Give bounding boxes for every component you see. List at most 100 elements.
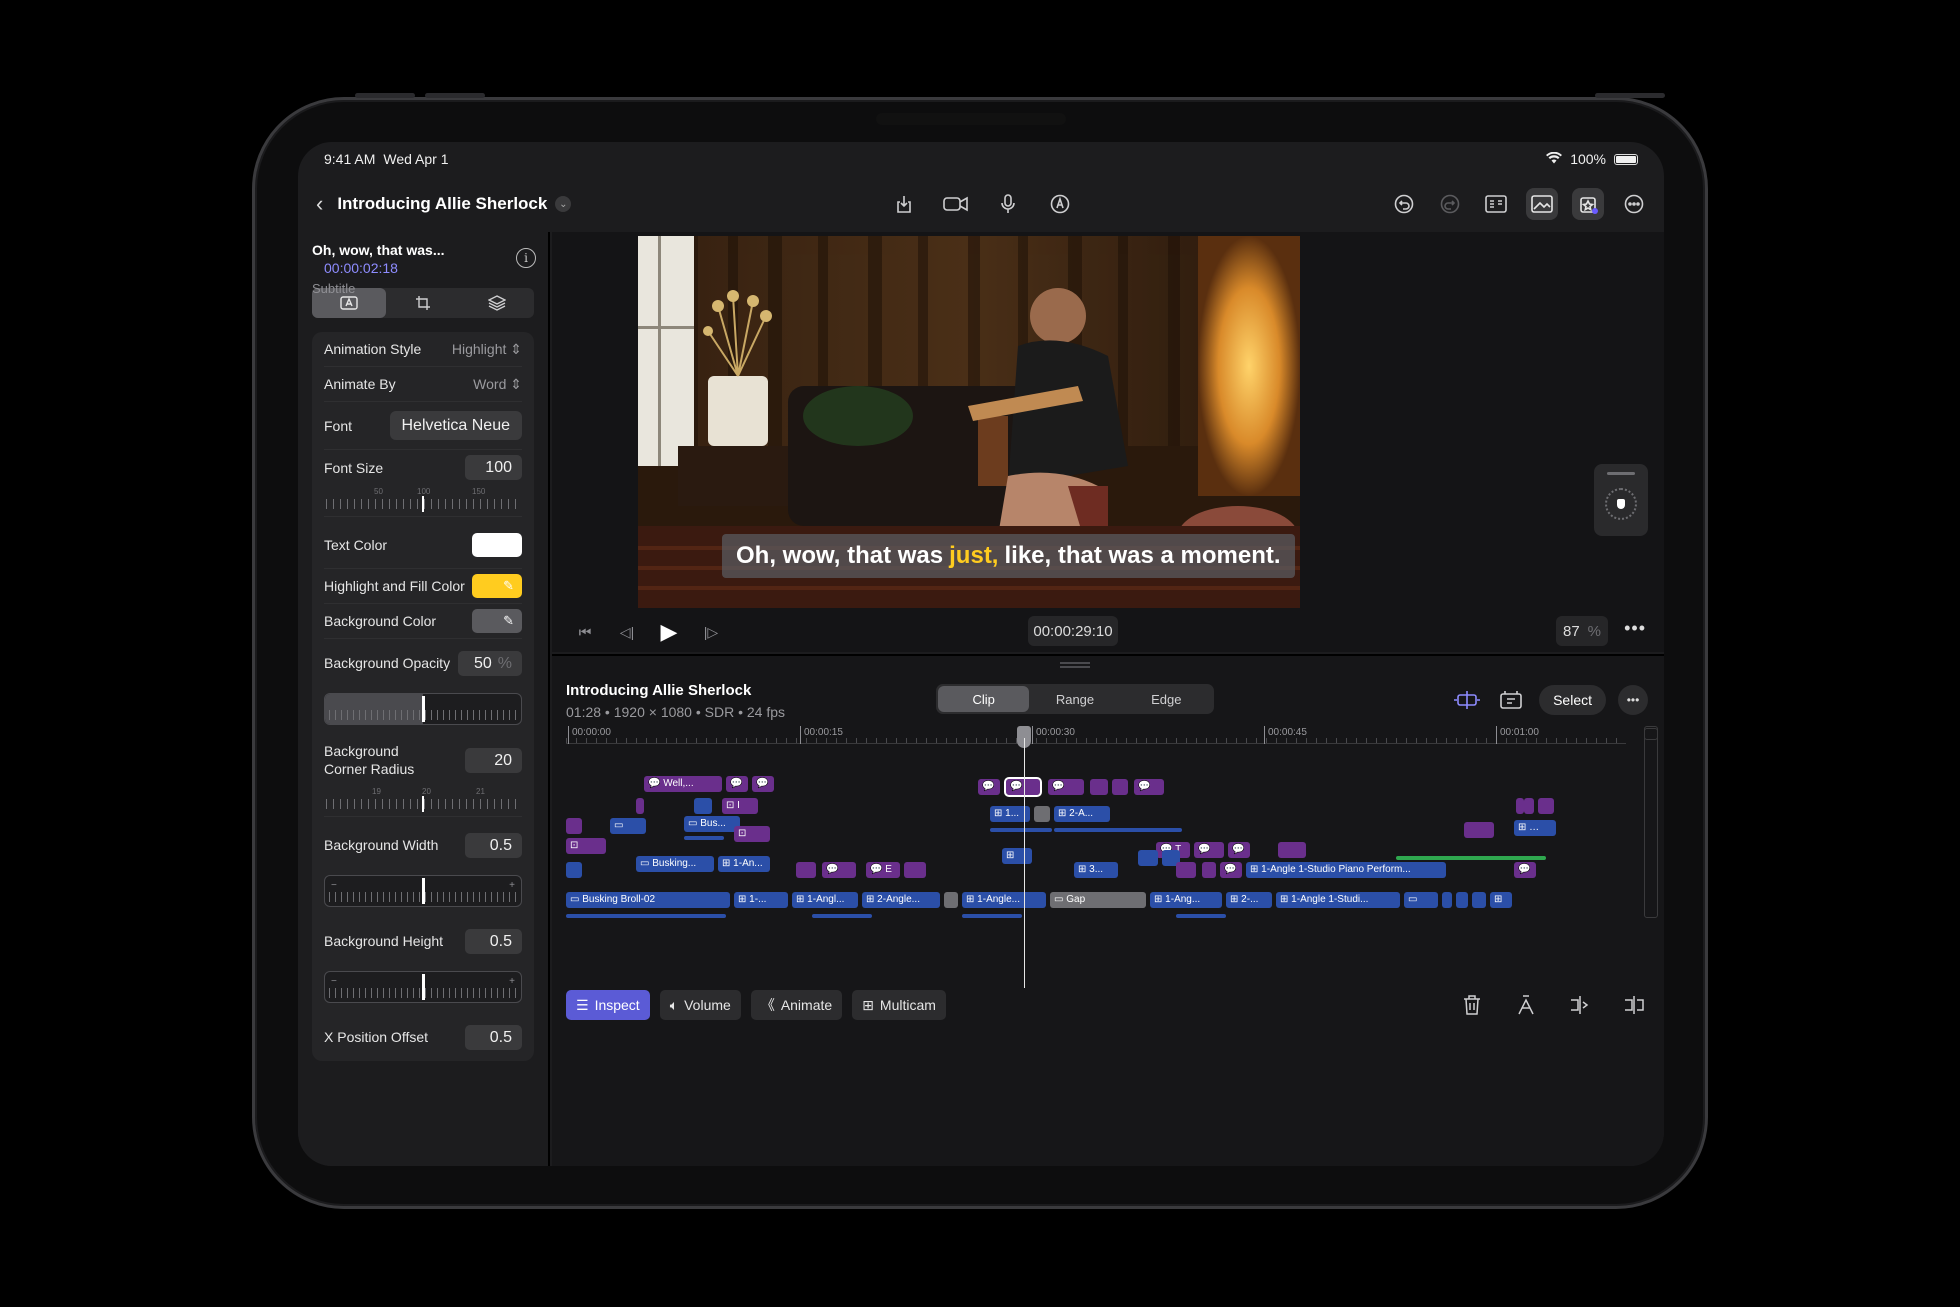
subtitle-clip[interactable]: 💬 bbox=[1048, 779, 1084, 795]
background-opacity-field[interactable]: 50% bbox=[458, 650, 522, 676]
font-size-field[interactable]: 100 bbox=[465, 455, 522, 480]
subtitle-clip[interactable]: 💬 bbox=[1194, 842, 1224, 858]
panel-resize-handle[interactable] bbox=[1060, 662, 1090, 668]
project-title[interactable]: Introducing Allie Sherlock bbox=[337, 194, 547, 214]
subtitle-clip[interactable]: 💬 E bbox=[866, 862, 900, 878]
gap-clip[interactable]: ▭ Gap bbox=[1050, 892, 1146, 908]
subtitle-clip[interactable]: 💬 bbox=[1134, 779, 1164, 795]
trash-icon[interactable] bbox=[1456, 990, 1488, 1020]
background-color-swatch[interactable]: ✎ bbox=[472, 609, 522, 633]
subtitle-clip[interactable] bbox=[1112, 779, 1128, 795]
primary-clip[interactable] bbox=[944, 892, 958, 908]
title-clip[interactable]: ⊡ bbox=[566, 838, 606, 854]
primary-clip[interactable]: ▭ bbox=[1404, 892, 1438, 908]
subtitle-clip[interactable] bbox=[1278, 842, 1306, 858]
background-width-slider[interactable]: − + bbox=[324, 875, 522, 907]
inspect-button[interactable]: ☰ Inspect bbox=[566, 990, 650, 1020]
select-button[interactable]: Select bbox=[1539, 685, 1606, 715]
timeline-tracks[interactable]: 00:00:00 00:00:15 00:00:30 00:00:45 00:0… bbox=[566, 726, 1626, 988]
connected-clip[interactable] bbox=[1464, 822, 1494, 838]
video-frame[interactable]: Oh, wow, that was just, like, that was a… bbox=[638, 236, 1300, 608]
zoom-field[interactable]: 87 % bbox=[1556, 616, 1608, 646]
video-clip[interactable] bbox=[566, 862, 582, 878]
step-back-icon[interactable]: ◁| bbox=[612, 617, 642, 647]
slider-needle[interactable] bbox=[422, 696, 425, 722]
mode-range[interactable]: Range bbox=[1029, 686, 1120, 712]
multicam-button[interactable]: ⊞ Multicam bbox=[852, 990, 946, 1020]
detach-icon[interactable] bbox=[1510, 990, 1542, 1020]
browser-icon[interactable] bbox=[1480, 188, 1512, 220]
video-clip[interactable]: ▭ bbox=[610, 818, 646, 834]
primary-clip[interactable] bbox=[1456, 892, 1468, 908]
photos-icon[interactable] bbox=[1526, 188, 1558, 220]
info-icon[interactable]: i bbox=[516, 248, 536, 268]
connected-clip[interactable] bbox=[904, 862, 926, 878]
subtitle-clip[interactable]: 💬 bbox=[1514, 862, 1536, 878]
pencil-icon[interactable] bbox=[1044, 188, 1076, 220]
connected-clip[interactable] bbox=[1538, 798, 1554, 814]
back-chevron-icon[interactable]: ‹ bbox=[316, 191, 323, 217]
background-height-field[interactable]: 0.5 bbox=[465, 928, 522, 954]
primary-clip[interactable]: ⊞ 1-Angl... bbox=[792, 892, 858, 908]
subtitle-clip[interactable]: 💬 bbox=[726, 776, 748, 792]
animate-by-value[interactable]: Word ⇕ bbox=[473, 376, 522, 393]
primary-clip[interactable]: ⊞ 2-Angle... bbox=[862, 892, 940, 908]
subtitle-clip[interactable]: 💬 bbox=[978, 779, 1000, 795]
multicam-clip[interactable]: ⊞ bbox=[1002, 848, 1032, 864]
jog-dial-icon[interactable] bbox=[1605, 488, 1637, 520]
microphone-icon[interactable] bbox=[992, 188, 1024, 220]
corner-radius-field[interactable]: 20 bbox=[465, 747, 522, 773]
audio-line[interactable] bbox=[962, 914, 1022, 918]
selected-subtitle-clip[interactable]: 💬 bbox=[1004, 777, 1042, 797]
volume-button[interactable]: 🔈︎ Volume bbox=[659, 990, 741, 1020]
clip-view-icon[interactable] bbox=[1495, 684, 1527, 716]
playhead-line[interactable] bbox=[1024, 738, 1025, 988]
background-opacity-slider[interactable] bbox=[324, 693, 522, 725]
connected-clip[interactable] bbox=[694, 798, 712, 814]
timeline-ruler[interactable]: 00:00:00 00:00:15 00:00:30 00:00:45 00:0… bbox=[566, 726, 1626, 744]
step-forward-icon[interactable]: |▷ bbox=[696, 617, 726, 647]
title-clip[interactable]: ⊡ I bbox=[722, 798, 758, 814]
mode-clip[interactable]: Clip bbox=[938, 686, 1030, 712]
primary-clip[interactable]: ⊞ 1-Ang... bbox=[1150, 892, 1222, 908]
primary-clip[interactable]: ⊞ 2-... bbox=[1226, 892, 1272, 908]
font-size-ruler[interactable]: 50 100 150 bbox=[324, 485, 522, 517]
trim-icon[interactable] bbox=[1618, 990, 1650, 1020]
undo-icon[interactable] bbox=[1388, 188, 1420, 220]
mode-edge[interactable]: Edge bbox=[1121, 686, 1212, 712]
animation-style-value[interactable]: Highlight ⇕ bbox=[452, 341, 522, 358]
animate-by-row[interactable]: Animate By Word ⇕ bbox=[324, 367, 522, 402]
title-clip[interactable]: ⊡ bbox=[734, 826, 770, 842]
connected-clip[interactable] bbox=[1516, 798, 1524, 814]
audio-line[interactable] bbox=[990, 828, 1052, 832]
primary-clip[interactable] bbox=[1472, 892, 1486, 908]
snapping-icon[interactable] bbox=[1451, 684, 1483, 716]
connected-clip[interactable] bbox=[1524, 798, 1534, 814]
animate-button[interactable]: 《 Animate bbox=[750, 990, 843, 1020]
background-width-field[interactable]: 0.5 bbox=[465, 832, 522, 858]
ruler-needle[interactable] bbox=[422, 496, 424, 512]
connected-clip[interactable] bbox=[636, 798, 644, 814]
viewer-more-icon[interactable]: ••• bbox=[1624, 618, 1646, 639]
primary-clip[interactable]: ⊞ 1-Angle 1-Studi... bbox=[1276, 892, 1400, 908]
subtitle-clip[interactable]: 💬 bbox=[752, 776, 774, 792]
background-height-slider[interactable]: − + bbox=[324, 971, 522, 1003]
connected-clip[interactable] bbox=[566, 818, 582, 834]
timeline-more-icon[interactable]: ••• bbox=[1618, 685, 1648, 715]
split-icon[interactable] bbox=[1564, 990, 1596, 1020]
subtitle-clip[interactable]: 💬 bbox=[1228, 842, 1250, 858]
text-color-swatch[interactable] bbox=[472, 532, 522, 557]
video-clip[interactable] bbox=[1138, 850, 1158, 866]
x-offset-field[interactable]: 0.5 bbox=[465, 1024, 522, 1050]
corner-radius-ruler[interactable]: 19 20 21 bbox=[324, 785, 522, 817]
primary-clip[interactable]: ⊞ 1-Angle... bbox=[962, 892, 1046, 908]
slider-needle[interactable] bbox=[422, 878, 425, 904]
multicam-clip[interactable]: ⊞ 1-Angle 1-Studio Piano Perform... bbox=[1246, 862, 1446, 878]
play-icon[interactable]: ▶ bbox=[654, 617, 684, 647]
audio-line[interactable] bbox=[566, 914, 726, 918]
more-icon[interactable] bbox=[1618, 188, 1650, 220]
subtitle-clip[interactable]: 💬 bbox=[1220, 862, 1242, 878]
primary-clip[interactable]: ⊞ 1-... bbox=[734, 892, 788, 908]
audio-line[interactable] bbox=[1176, 914, 1226, 918]
primary-clip[interactable]: ⊞ bbox=[1490, 892, 1512, 908]
